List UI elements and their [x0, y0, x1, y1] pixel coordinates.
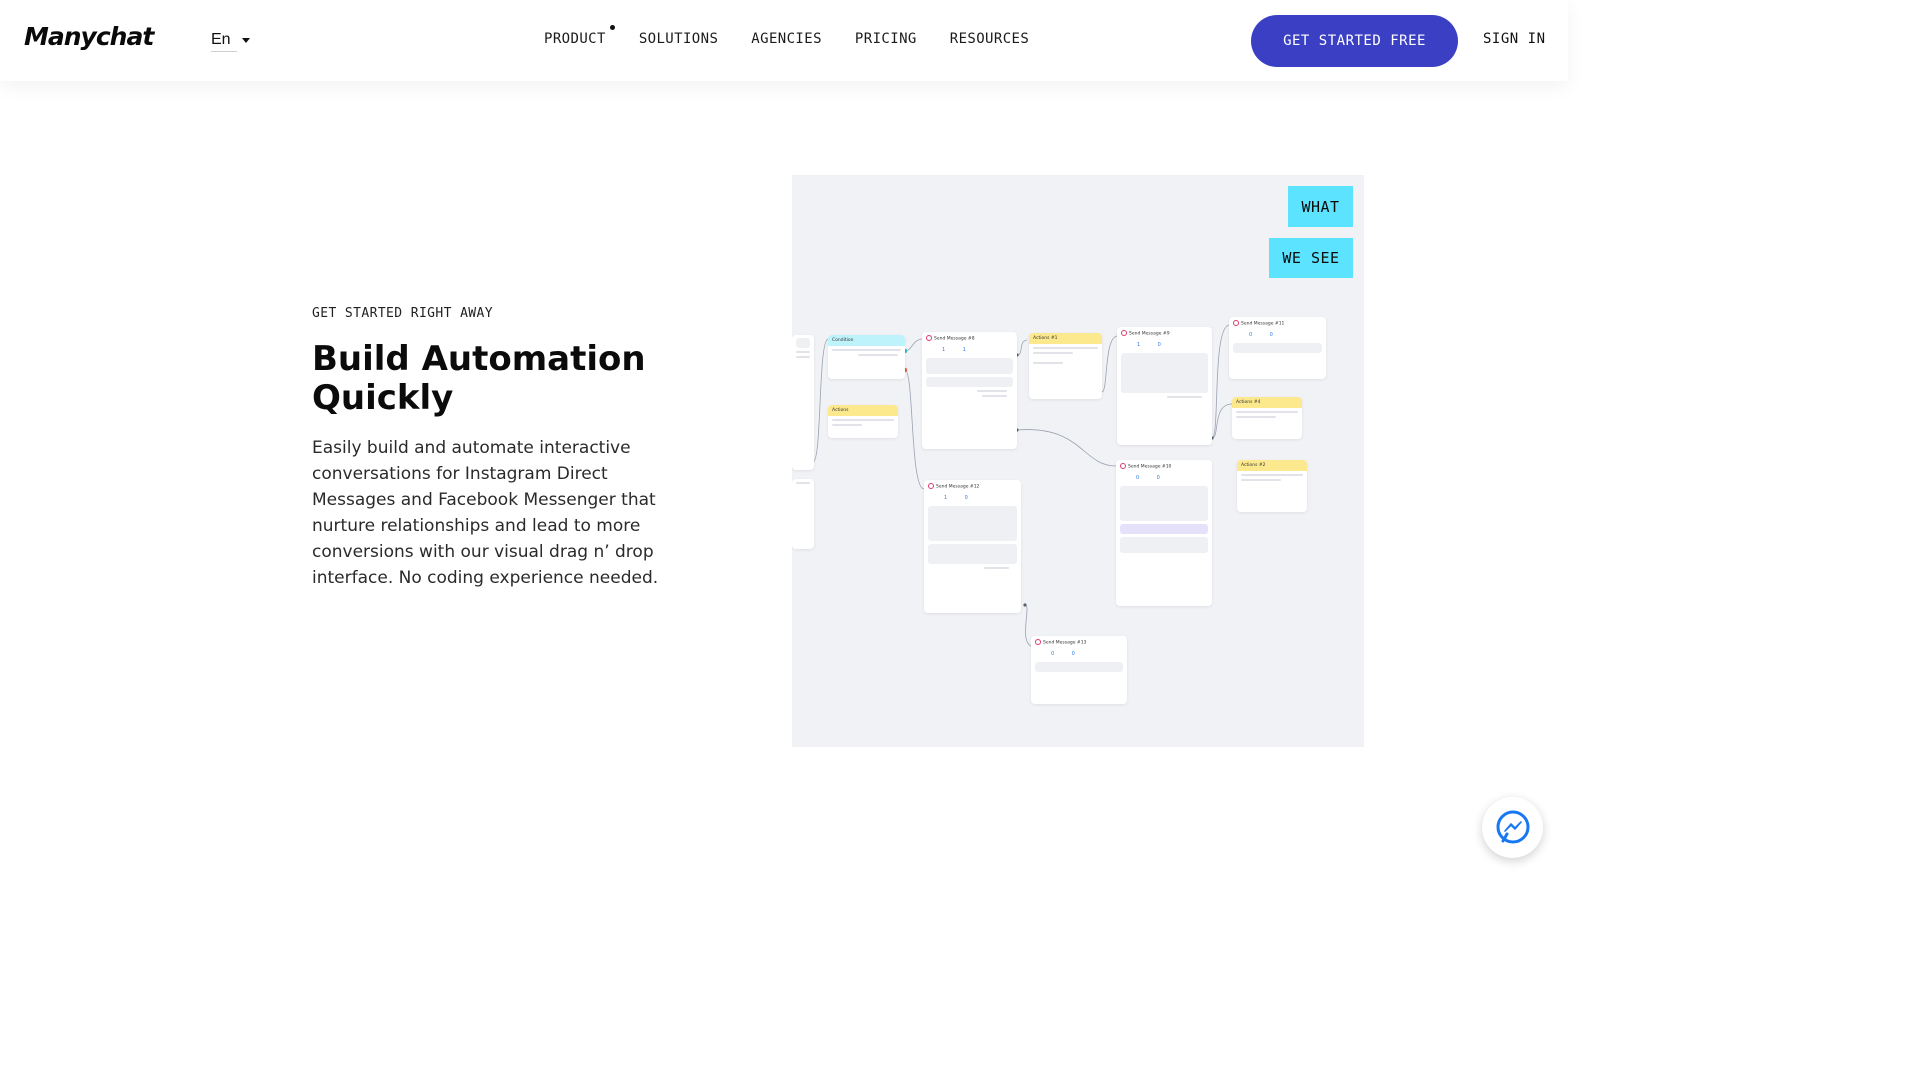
tag-what: WHAT	[1288, 186, 1353, 227]
bubble	[1233, 342, 1322, 353]
text-line	[858, 354, 898, 356]
bubble	[926, 376, 1013, 387]
text-line	[1241, 479, 1281, 481]
card-stats: 0 0	[1051, 650, 1075, 657]
card-title: Condition	[828, 335, 905, 346]
instagram-icon	[1121, 330, 1127, 336]
messenger-icon	[1496, 810, 1529, 843]
flow-card[interactable]: Actions	[828, 405, 898, 438]
bubble	[796, 338, 810, 348]
instagram-icon	[1035, 639, 1041, 645]
text-line	[1236, 411, 1298, 413]
flow-card[interactable]: Condition	[828, 335, 905, 379]
language-label: En	[211, 31, 231, 48]
get-started-button[interactable]: GET STARTED FREE	[1251, 15, 1458, 67]
text-line	[1033, 362, 1063, 364]
flow-card[interactable]: Actions #1	[1029, 333, 1102, 399]
flow-card[interactable]: Send Message #8 1 1	[922, 332, 1017, 449]
main-nav: PRODUCT SOLUTIONS AGENCIES PRICING RESOU…	[544, 31, 1029, 47]
card-stats: 0 0	[1249, 331, 1273, 338]
text-line	[982, 394, 1007, 397]
manychat-logo[interactable]: Manychat	[24, 22, 154, 51]
instagram-icon	[1120, 463, 1126, 469]
card-title: Send Message #12	[924, 480, 1021, 493]
text-line	[1167, 395, 1202, 398]
flow-card-partial-2	[792, 479, 814, 549]
text-line	[796, 356, 810, 358]
language-selector[interactable]: En	[211, 31, 237, 52]
sign-in-link[interactable]: SIGN IN	[1483, 31, 1546, 47]
text-line	[1033, 352, 1073, 354]
card-stats: 1 1	[942, 346, 966, 353]
flow-card[interactable]: Send Message #12 1 0	[924, 480, 1021, 613]
bubble	[1120, 536, 1208, 553]
text-line	[796, 482, 810, 484]
bubble	[1120, 523, 1208, 534]
text-line	[832, 424, 862, 426]
text-line	[1236, 416, 1276, 418]
messenger-chat-button[interactable]	[1482, 797, 1543, 858]
flow-card[interactable]: Send Message #9 1 0	[1117, 327, 1212, 445]
headline-line-1: Build Automation	[312, 339, 646, 379]
text-line	[977, 389, 1007, 392]
flow-card[interactable]: Actions #4	[1232, 397, 1302, 439]
flow-card[interactable]: Actions #2	[1237, 460, 1307, 512]
card-title: Send Message #9	[1117, 327, 1212, 340]
instagram-icon	[1233, 320, 1239, 326]
tag-we-see: WE SEE	[1269, 238, 1353, 278]
bubble	[928, 505, 1017, 541]
flow-card[interactable]: Send Message #10 0 0	[1116, 460, 1212, 606]
nav-agencies[interactable]: AGENCIES	[751, 31, 822, 47]
card-stats: 1 0	[944, 494, 968, 501]
flow-card[interactable]: Send Message #13 0 0	[1031, 636, 1127, 704]
card-stats: 0 0	[1136, 474, 1160, 481]
bubble	[1035, 661, 1123, 672]
text-line	[1033, 347, 1098, 349]
nav-indicator-dot	[610, 25, 615, 30]
caret-down-icon[interactable]	[242, 38, 250, 43]
text-line	[832, 349, 901, 351]
bubble	[1121, 352, 1208, 393]
flow-card-partial	[792, 335, 814, 470]
card-title: Send Message #8	[922, 332, 1017, 345]
nav-resources[interactable]: RESOURCES	[950, 31, 1029, 47]
flow-builder-illustration: Condition Send Message #8 1 1 Actions Ac…	[792, 175, 1364, 747]
text-line	[1241, 474, 1303, 476]
bubble	[926, 357, 1013, 374]
card-title: Actions #1	[1029, 333, 1102, 344]
headline-line-2: Quickly	[312, 378, 454, 418]
instagram-icon	[926, 335, 932, 341]
section-body: Easily build and automate interactive co…	[312, 438, 659, 588]
card-title: Send Message #11	[1229, 317, 1326, 330]
section-headline: Build Automation Quickly	[312, 340, 692, 418]
card-title: Send Message #10	[1116, 460, 1212, 473]
card-stats: 1 0	[1137, 341, 1161, 348]
nav-solutions[interactable]: SOLUTIONS	[639, 31, 718, 47]
card-title: Actions #4	[1232, 397, 1302, 408]
nav-product[interactable]: PRODUCT	[544, 31, 606, 47]
text-line	[832, 419, 894, 421]
card-title: Actions	[828, 405, 898, 416]
nav-pricing[interactable]: PRICING	[855, 31, 917, 47]
bubble	[928, 543, 1017, 564]
site-header: Manychat En PRODUCT SOLUTIONS AGENCIES P…	[0, 0, 1568, 81]
instagram-icon	[928, 483, 934, 489]
card-title: Send Message #13	[1031, 636, 1127, 649]
text-line	[796, 351, 810, 353]
text-line	[984, 566, 1009, 569]
section-eyebrow: GET STARTED RIGHT AWAY	[312, 306, 493, 321]
card-title: Actions #2	[1237, 460, 1307, 471]
flow-card[interactable]: Send Message #11 0 0	[1229, 317, 1326, 379]
bubble	[1120, 485, 1208, 521]
